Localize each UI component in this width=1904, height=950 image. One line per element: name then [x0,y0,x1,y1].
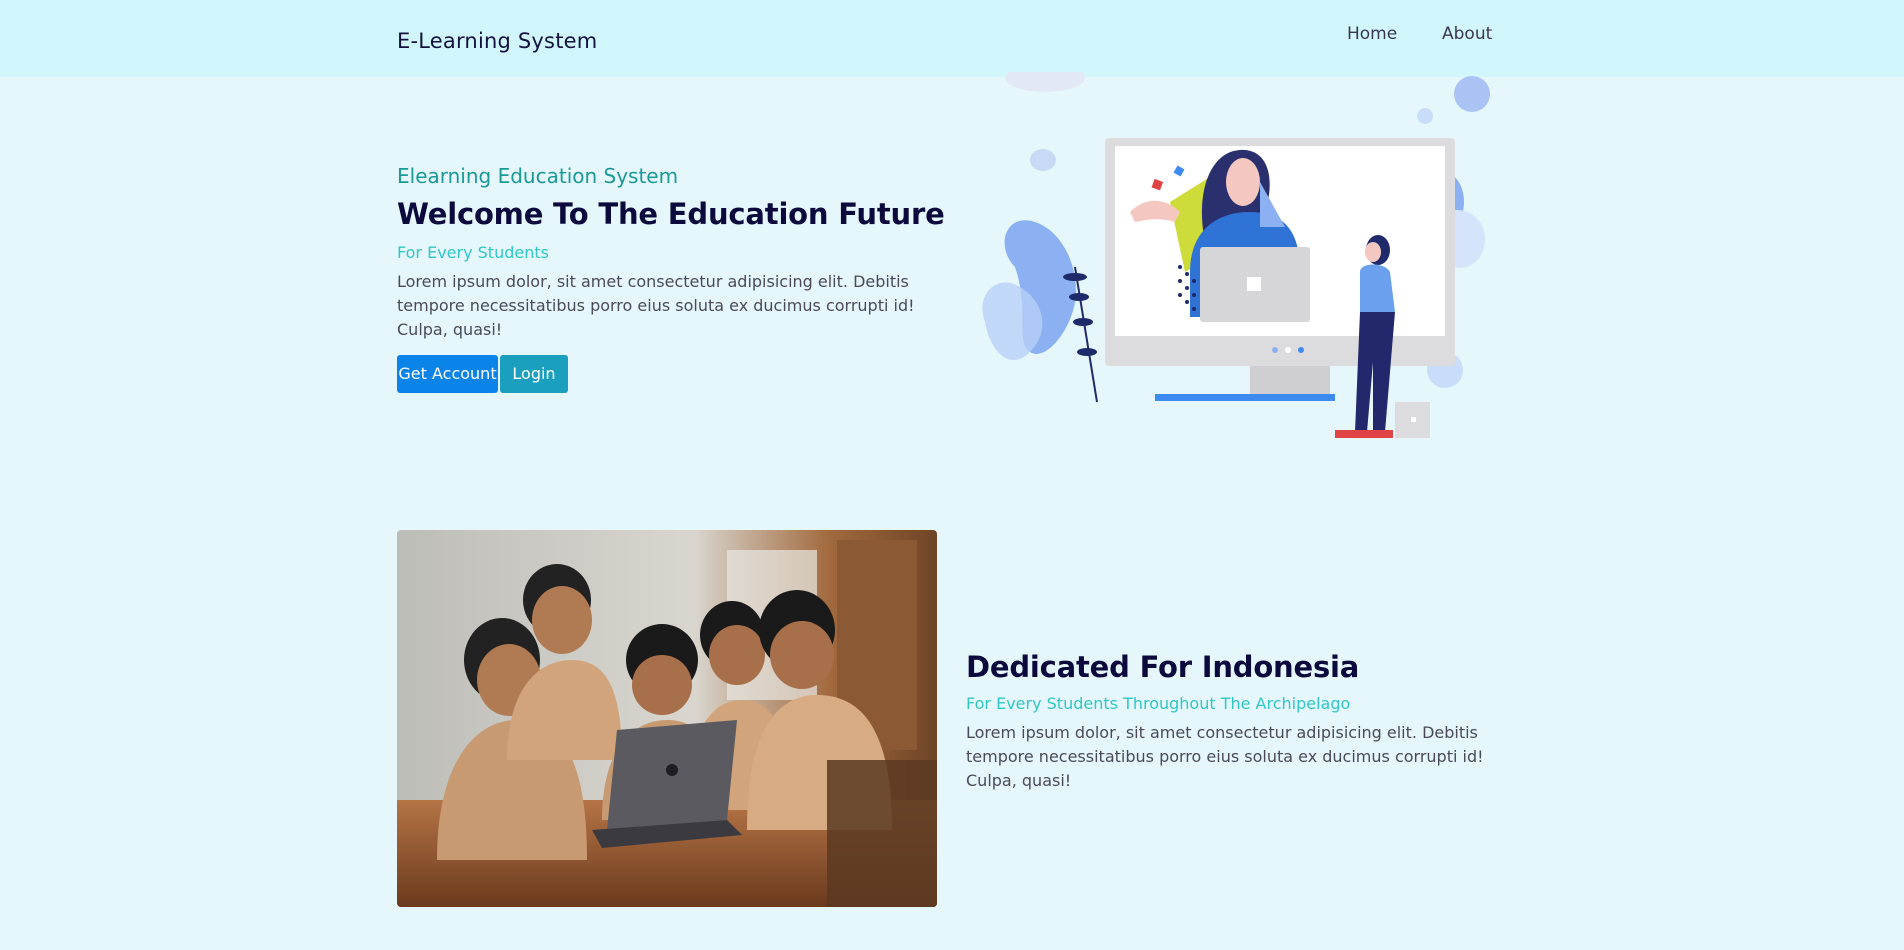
blob-left-leaf [1030,149,1056,171]
navbar: E-Learning System Home About [0,0,1904,77]
woman-face [1365,242,1381,262]
teacher-monitor-illustration [982,72,1490,438]
blob-top-right [1454,76,1490,112]
woman-pants [1355,312,1395,432]
photo-chair [827,760,937,907]
blob-small [1417,108,1433,124]
section2-title: Dedicated For Indonesia [966,650,1360,684]
students-photo-art [397,530,937,907]
students-laptop-photo [397,530,937,907]
plant-leaf-2 [1069,293,1089,301]
nav-link-home[interactable]: Home [1347,24,1397,44]
plant-leaf-4 [1077,348,1097,356]
screen-dot-2 [1285,347,1291,353]
laptop-logo [1247,277,1261,291]
dedicated-section: Dedicated For Indonesia For Every Studen… [966,650,1506,793]
login-button[interactable]: Login [500,355,568,393]
nav-link-about[interactable]: About [1442,24,1492,44]
screen-dot-3 [1298,347,1304,353]
hero-body: Lorem ipsum dolor, sit amet consectetur … [397,272,915,339]
screen-dot-1 [1272,347,1278,353]
woman-shoes [1335,430,1393,438]
hero-section: Elearning Education System Welcome To Th… [397,164,947,342]
get-account-button[interactable]: Get Account [397,355,498,393]
photo-laptop-logo [666,764,678,776]
woman-top [1360,264,1395,312]
section2-subtitle: For Every Students Throughout The Archip… [966,694,1351,713]
section2-body: Lorem ipsum dolor, sit amet consectetur … [966,723,1484,790]
monitor-base [1155,394,1335,401]
plant-stem [1074,266,1098,403]
hero-title: Welcome To The Education Future [397,197,945,231]
brand-logo-text[interactable]: E-Learning System [397,29,597,53]
plant-leaf-1 [1063,273,1087,281]
hero-subtitle: For Every Students [397,243,549,262]
teacher-face [1226,158,1260,206]
blob-top [1005,72,1085,92]
hero-button-row: Get Account Login [397,355,568,393]
plant-leaf-3 [1073,318,1093,326]
bag-tag [1411,417,1416,422]
hero-eyebrow: Elearning Education System [397,164,679,188]
monitor-stand [1250,366,1330,394]
